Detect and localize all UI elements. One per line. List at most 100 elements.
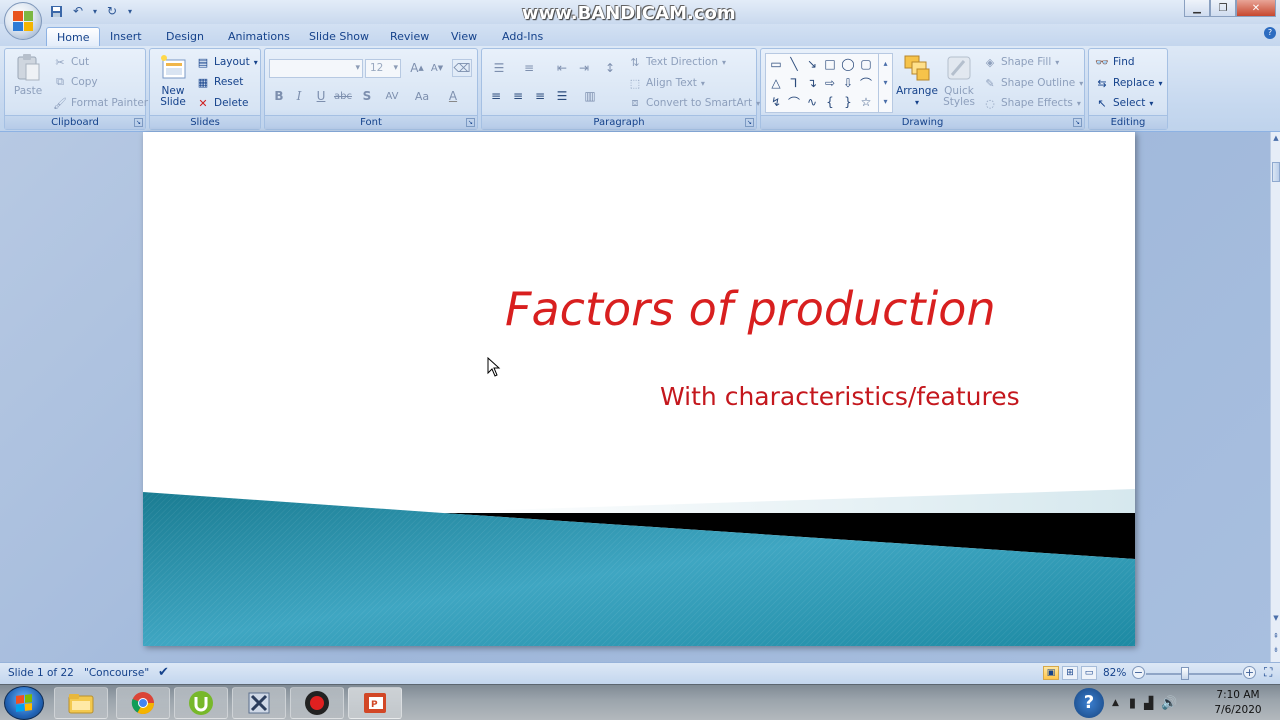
select-button[interactable]: ↖ Select ▾ [1095, 94, 1153, 112]
taskbar-utorrent[interactable] [174, 687, 228, 719]
system-clock[interactable]: 7:10 AM 7/6/2020 [1208, 688, 1268, 718]
strikethrough-button[interactable]: abc [333, 87, 353, 105]
clipboard-launcher-icon[interactable]: ↘ [134, 118, 143, 127]
tab-home[interactable]: Home [46, 27, 101, 46]
tab-add-ins[interactable]: Add-Ins [492, 27, 553, 46]
tab-animations[interactable]: Animations [218, 27, 300, 46]
shapes-gallery[interactable]: ▭ ╲ ↘ □ ◯ ▢ △ ⅂ ↴ ⇨ ⇩ ⌒ ↯ ⌒ ∿ { } ☆ ▴ ▾ ▾ [765, 53, 893, 113]
down-arrow-shape-icon[interactable]: ⇩ [839, 74, 857, 92]
battery-icon[interactable]: ▮ [1129, 696, 1136, 711]
layout-button[interactable]: ▤ Layout ▾ [196, 53, 258, 71]
left-brace-shape-icon[interactable]: { [821, 93, 839, 111]
scroll-down-icon[interactable]: ▼ [1271, 614, 1280, 626]
reset-button[interactable]: ▦ Reset [196, 73, 244, 91]
align-text-button[interactable]: ⬚ Align Text ▾ [628, 74, 705, 92]
restore-button[interactable]: ❐ [1210, 0, 1236, 17]
font-name-combo[interactable] [269, 59, 363, 78]
shape-fill-button[interactable]: ◈ Shape Fill ▾ [983, 53, 1060, 71]
paste-button[interactable]: Paste [9, 53, 47, 97]
line-shape-icon[interactable]: ╲ [785, 55, 803, 73]
tab-design[interactable]: Design [156, 27, 214, 46]
copy-button[interactable]: ⧉ Copy [53, 73, 98, 91]
paragraph-launcher-icon[interactable]: ↘ [745, 118, 754, 127]
arrow-line-shape-icon[interactable]: ↘ [803, 55, 821, 73]
slide-canvas[interactable]: Factors of production With characteristi… [143, 132, 1135, 646]
arrange-button[interactable]: Arrange ▾ [895, 53, 939, 108]
italic-button[interactable]: I [289, 87, 309, 105]
text-box-shape-icon[interactable]: ▭ [767, 55, 785, 73]
slide-show-view-icon[interactable]: ▭ [1081, 666, 1097, 680]
taskbar-tool[interactable] [232, 687, 286, 719]
change-case-button[interactable]: Aa [409, 87, 435, 105]
bullets-icon[interactable]: ☰ [486, 59, 512, 77]
font-size-combo[interactable]: 12 [365, 59, 401, 78]
grow-font-icon[interactable]: A ▲ [407, 59, 427, 77]
tab-review[interactable]: Review [380, 27, 439, 46]
elbow-connector-shape-icon[interactable]: ⅂ [785, 74, 803, 92]
start-button[interactable] [4, 686, 44, 720]
curve-shape-icon[interactable]: ∿ [803, 93, 821, 111]
star-shape-icon[interactable]: ☆ [857, 93, 875, 111]
quick-styles-button[interactable]: Quick Styles [941, 53, 977, 108]
line-spacing-icon[interactable]: ↕ [598, 59, 622, 77]
zoom-out-icon[interactable]: − [1132, 666, 1145, 679]
zoom-slider-track[interactable] [1146, 673, 1242, 675]
curved-arrow-shape-icon[interactable]: ↯ [767, 93, 785, 111]
slide-subtitle[interactable]: With characteristics/features [660, 382, 1020, 411]
font-color-button[interactable]: A [443, 87, 463, 105]
help-icon[interactable]: ? [1264, 27, 1276, 39]
taskbar-powerpoint[interactable]: P [348, 687, 402, 719]
cut-button[interactable]: ✂ Cut [53, 53, 89, 71]
shape-effects-button[interactable]: ◌ Shape Effects ▾ [983, 94, 1081, 112]
redo-icon[interactable]: ↻ [104, 3, 120, 19]
align-right-icon[interactable]: ≡ [530, 87, 550, 105]
taskbar-chrome[interactable] [116, 687, 170, 719]
shape-outline-button[interactable]: ✎ Shape Outline ▾ [983, 74, 1083, 92]
zoom-in-icon[interactable]: + [1243, 666, 1256, 679]
new-slide-button[interactable]: New Slide [154, 53, 192, 108]
convert-smartart-button[interactable]: ⧈ Convert to SmartArt ▾ [628, 94, 761, 112]
zoom-slider-thumb[interactable] [1181, 667, 1189, 680]
replace-button[interactable]: ⇆ Replace ▾ [1095, 74, 1162, 92]
justify-icon[interactable]: ☰ [552, 87, 572, 105]
text-direction-button[interactable]: ⇅ Text Direction ▾ [628, 53, 726, 71]
align-center-icon[interactable]: ≡ [508, 87, 528, 105]
bold-button[interactable]: B [269, 87, 289, 105]
customize-qat-icon[interactable]: ▾ [126, 3, 134, 19]
scroll-up-icon[interactable]: ▲ [1271, 134, 1280, 146]
drawing-launcher-icon[interactable]: ↘ [1073, 118, 1082, 127]
find-button[interactable]: 👓 Find [1095, 53, 1134, 71]
normal-view-icon[interactable]: ▣ [1043, 666, 1059, 680]
arc-shape-icon[interactable]: ⌒ [785, 93, 803, 111]
freeform-shape-icon[interactable]: ⌒ [857, 74, 875, 92]
help-support-icon[interactable]: ? [1074, 688, 1104, 718]
undo-dropdown-icon[interactable]: ▾ [92, 3, 98, 19]
slide-title[interactable]: Factors of production [505, 282, 996, 336]
scroll-thumb[interactable] [1272, 162, 1280, 182]
elbow-arrow-shape-icon[interactable]: ↴ [803, 74, 821, 92]
shapes-gallery-scroll[interactable]: ▴ ▾ ▾ [878, 54, 892, 112]
slide-sorter-view-icon[interactable]: ⊞ [1062, 666, 1078, 680]
format-painter-button[interactable]: 🖌 Format Painter [53, 94, 148, 112]
undo-icon[interactable]: ↶ [70, 3, 86, 19]
zoom-level[interactable]: 82% [1103, 667, 1126, 679]
rounded-rect-shape-icon[interactable]: ▢ [857, 55, 875, 73]
minimize-button[interactable]: ▁ [1184, 0, 1210, 17]
oval-shape-icon[interactable]: ◯ [839, 55, 857, 73]
taskbar-explorer[interactable] [54, 687, 108, 719]
font-launcher-icon[interactable]: ↘ [466, 118, 475, 127]
volume-icon[interactable]: 🔊 [1161, 696, 1177, 711]
spell-check-icon[interactable]: ✔ [158, 665, 169, 680]
triangle-shape-icon[interactable]: △ [767, 74, 785, 92]
character-spacing-button[interactable]: AV [379, 87, 405, 105]
align-left-icon[interactable]: ≡ [486, 87, 506, 105]
previous-slide-icon[interactable]: ⇞ [1271, 632, 1280, 644]
increase-indent-icon[interactable]: ⇥ [574, 59, 594, 77]
clear-formatting-icon[interactable]: ⌫ [452, 59, 472, 77]
fit-to-window-icon[interactable]: ⛶ [1264, 665, 1272, 680]
right-arrow-shape-icon[interactable]: ⇨ [821, 74, 839, 92]
close-button[interactable]: ✕ [1236, 0, 1276, 17]
taskbar-bandicam[interactable] [290, 687, 344, 719]
right-brace-shape-icon[interactable]: } [839, 93, 857, 111]
office-button[interactable] [4, 2, 42, 40]
